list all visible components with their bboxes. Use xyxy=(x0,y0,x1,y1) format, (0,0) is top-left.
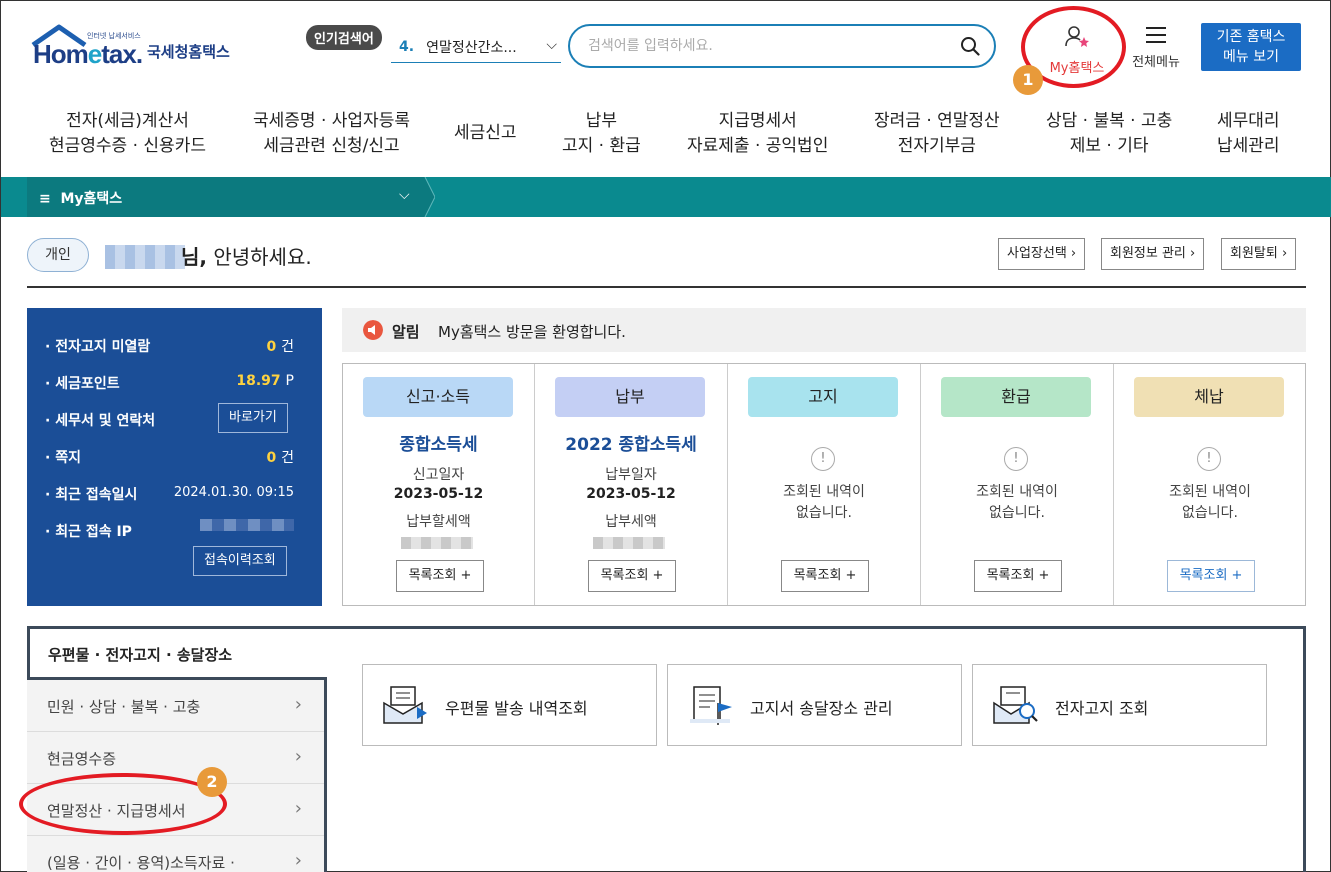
side-item-civil[interactable]: 민원 · 상담 · 불복 · 고충 › xyxy=(27,680,324,732)
select-business-button[interactable]: 사업장선택 › xyxy=(998,238,1086,270)
popular-term: 연말정산간소... xyxy=(426,39,517,56)
delivery-place-card[interactable]: 고지서 송달장소 관리 xyxy=(667,664,962,746)
info-icon: ! xyxy=(1197,447,1221,471)
last-login-ip-masked xyxy=(200,519,294,531)
logo-korean-name: 국세청홈택스 xyxy=(147,43,230,61)
step-badge-1: 1 xyxy=(1013,65,1043,95)
card-payment: 납부 2022 종합소득세 납부일자 2023-05-12 납부세액 목록조회 … xyxy=(535,364,728,605)
location-label: ≡ My홈택스 xyxy=(39,191,123,207)
info-icon: ! xyxy=(1004,447,1028,471)
breadcrumb-separator-icon xyxy=(421,177,435,217)
user-name-masked xyxy=(105,245,185,269)
gnb-item-tax-return[interactable]: 세금신고 xyxy=(454,121,517,146)
gnb-item-certificate[interactable]: 국세증명 · 사업자등록 세금관련 신청/신고 xyxy=(253,109,410,159)
list-view-button[interactable]: 목록조회 + xyxy=(1167,560,1255,592)
message-count[interactable]: 0 건 xyxy=(266,447,294,467)
global-nav: 전자(세금)계산서 현금영수증 · 신용카드 국세증명 · 사업자등록 세금관련 신… xyxy=(1,101,1331,177)
chevron-right-icon: › xyxy=(294,850,302,871)
legacy-menu-button[interactable]: 기존 홈택스 메뉴 보기 xyxy=(1201,23,1301,71)
divider xyxy=(27,286,1306,288)
search-icon[interactable] xyxy=(960,36,980,56)
card-report-income: 신고·소득 종합소득세 신고일자 2023-05-12 납부할세액 목록조회 + xyxy=(343,364,535,605)
gnb-item-agent[interactable]: 세무대리 납세관리 xyxy=(1217,109,1280,159)
tab-mail-notice[interactable]: 우편물 · 전자고지 · 송달장소 xyxy=(30,629,326,677)
chevron-right-icon: › xyxy=(294,798,302,819)
info-icon: ! xyxy=(811,447,835,471)
list-view-button[interactable]: 목록조회 + xyxy=(396,560,484,592)
gnb-item-payment-statement[interactable]: 지급명세서 자료제출 · 공익법인 xyxy=(687,109,828,159)
unread-notice-count[interactable]: 0 건 xyxy=(266,336,294,356)
popular-search-select[interactable]: 4. 연말정산간소... ⌵ xyxy=(391,31,561,63)
user-summary-panel: · 전자고지 미열람 0 건 · 세금포인트 18.97 P · 세무서 및 연… xyxy=(27,308,322,606)
envelope-search-icon xyxy=(993,686,1038,724)
e-notice-card[interactable]: 전자고지 조회 xyxy=(972,664,1267,746)
card-notice: 고지 ! 조회된 내역이 없습니다. 목록조회 + xyxy=(728,364,921,605)
member-info-button[interactable]: 회원정보 관리 › xyxy=(1101,238,1205,270)
step-badge-2: 2 xyxy=(197,767,227,797)
notice-text: My홈택스 방문을 환영합니다. xyxy=(438,323,626,341)
logo-wordmark: Hometax. xyxy=(33,39,143,69)
gnb-item-payment[interactable]: 납부 고지 · 환급 xyxy=(562,109,641,159)
chevron-right-icon: › xyxy=(294,746,302,767)
card-title[interactable]: 종합소득세 xyxy=(343,430,534,455)
card-refund: 환급 ! 조회된 내역이 없습니다. 목록조회 + xyxy=(921,364,1114,605)
search-input[interactable] xyxy=(588,38,948,54)
gnb-item-year-end[interactable]: 장려금 · 연말정산 전자기부금 xyxy=(874,109,1000,159)
list-view-button[interactable]: 목록조회 + xyxy=(974,560,1062,592)
card-arrears: 체납 ! 조회된 내역이 없습니다. 목록조회 + xyxy=(1114,364,1306,605)
greeting-text: 님, 안녕하세요. xyxy=(181,245,312,269)
user-type-pill: 개인 xyxy=(27,238,89,272)
gnb-item-e-invoice[interactable]: 전자(세금)계산서 현금영수증 · 신용카드 xyxy=(49,109,206,159)
chevron-down-icon: ⌵ xyxy=(546,37,557,53)
gnb-item-consult[interactable]: 상담 · 불복 · 고충 제보 · 기타 xyxy=(1046,109,1172,159)
list-view-button[interactable]: 목록조회 + xyxy=(781,560,869,592)
search-box xyxy=(568,24,996,68)
all-menu-button[interactable]: 전체메뉴 xyxy=(1125,25,1187,70)
hamburger-icon xyxy=(1146,27,1166,43)
document-flag-icon xyxy=(690,686,732,725)
amount-masked xyxy=(593,537,665,549)
amount-masked xyxy=(401,537,473,549)
envelope-arrow-icon xyxy=(383,686,427,724)
megaphone-icon xyxy=(363,320,383,340)
highlight-circle-2 xyxy=(19,773,227,835)
tax-office-shortcut-button[interactable]: 바로가기 xyxy=(218,403,288,433)
mail-history-card[interactable]: 우편물 발송 내역조회 xyxy=(362,664,657,746)
tax-point-value[interactable]: 18.97 P xyxy=(236,373,294,389)
withdraw-button[interactable]: 회원탈퇴 › xyxy=(1221,238,1297,270)
last-login-time: 2024.01.30. 09:15 xyxy=(173,485,294,500)
card-title[interactable]: 2022 종합소득세 xyxy=(535,430,727,455)
list-view-button[interactable]: 목록조회 + xyxy=(588,560,676,592)
login-history-button[interactable]: 접속이력조회 xyxy=(193,546,287,576)
side-item-income-data[interactable]: (일용 · 간이 · 용역)소득자료 · › xyxy=(27,836,324,872)
status-cards: 신고·소득 종합소득세 신고일자 2023-05-12 납부할세액 목록조회 +… xyxy=(342,363,1306,606)
chevron-right-icon: › xyxy=(294,694,302,715)
popular-rank: 4. xyxy=(399,38,415,55)
popular-search-badge: 인기검색어 xyxy=(306,25,382,50)
notice-label: 알림 xyxy=(392,323,420,341)
all-menu-label: 전체메뉴 xyxy=(1132,55,1180,70)
chevron-down-icon: ⌵ xyxy=(399,187,410,203)
side-menu: 민원 · 상담 · 불복 · 고충 › 현금영수증 › 연말정산 · 지급명세서 › … xyxy=(27,677,327,872)
